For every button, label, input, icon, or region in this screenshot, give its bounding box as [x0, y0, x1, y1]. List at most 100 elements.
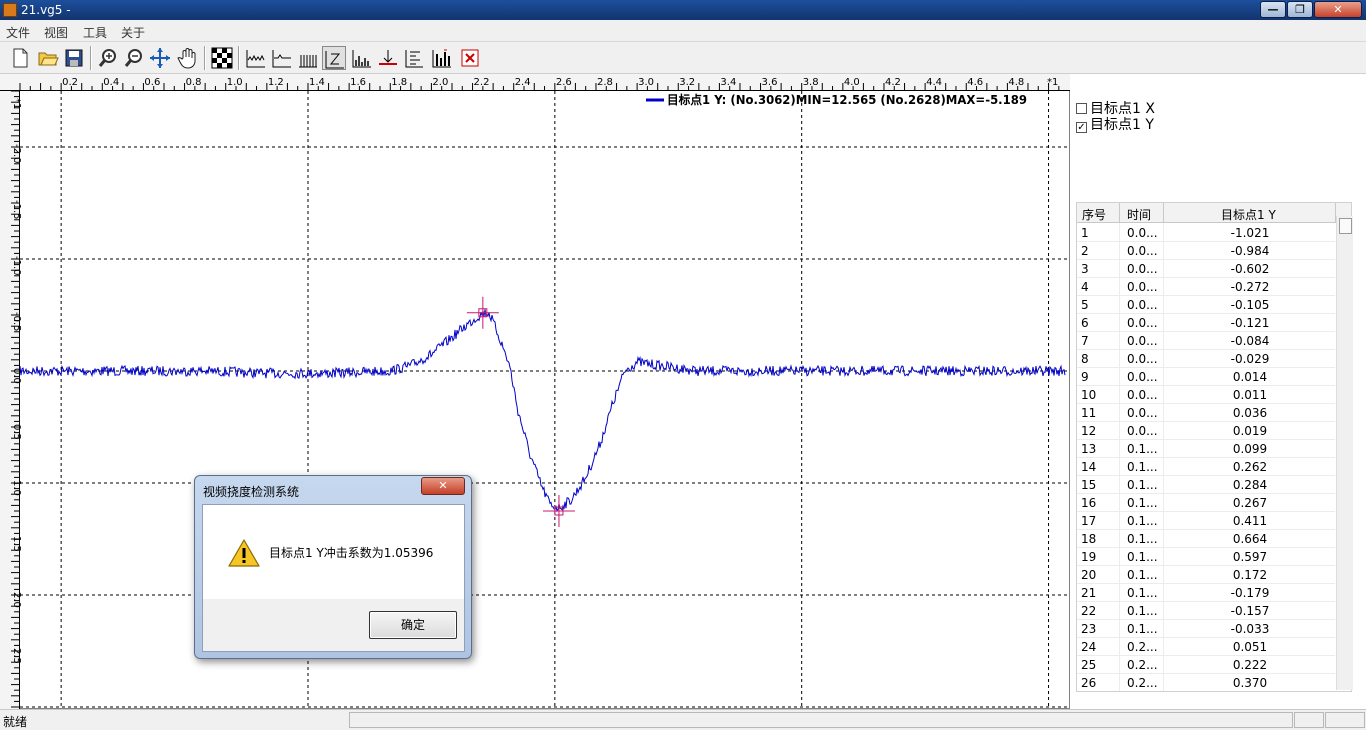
- status-pane: [1325, 712, 1365, 728]
- menu-file[interactable]: 文件: [6, 24, 30, 41]
- table-row[interactable]: 26 0.2... 0.370: [1077, 674, 1335, 691]
- table-row[interactable]: 13 0.1... 0.099: [1077, 440, 1335, 458]
- table-row[interactable]: 16 0.1... 0.267: [1077, 494, 1335, 512]
- row-time: 0.1...: [1127, 478, 1158, 492]
- table-row[interactable]: 6 0.0... -0.121: [1077, 314, 1335, 332]
- fit-view-icon[interactable]: [148, 46, 172, 70]
- toolbar-separator: [90, 46, 92, 70]
- baseline-icon[interactable]: [376, 46, 400, 70]
- line-chart-icon[interactable]: [270, 46, 294, 70]
- pan-hand-icon[interactable]: [176, 46, 200, 70]
- delete-icon[interactable]: [458, 46, 482, 70]
- open-file-icon[interactable]: [36, 46, 60, 70]
- close-button[interactable]: ✕: [1314, 1, 1362, 18]
- checker-icon[interactable]: [210, 46, 234, 70]
- toggle-series-y[interactable]: ✓ 目标点1 Y: [1076, 114, 1154, 134]
- close-icon: ✕: [1333, 3, 1343, 16]
- table-row[interactable]: 12 0.0... 0.019: [1077, 422, 1335, 440]
- table-row[interactable]: 17 0.1... 0.411: [1077, 512, 1335, 530]
- row-time: 0.0...: [1127, 334, 1158, 348]
- checkbox-unchecked[interactable]: [1076, 103, 1087, 114]
- x-ruler: [0, 74, 1070, 91]
- table-row[interactable]: 7 0.0... -0.084: [1077, 332, 1335, 350]
- scrollbar-thumb[interactable]: [1339, 218, 1352, 234]
- menu-tools[interactable]: 工具: [83, 24, 107, 41]
- row-time: 0.1...: [1127, 604, 1158, 618]
- bar-mark-icon[interactable]: [430, 46, 454, 70]
- table-row[interactable]: 3 0.0... -0.602: [1077, 260, 1335, 278]
- x-tick-label: 1.4: [309, 77, 325, 88]
- row-index: 16: [1081, 496, 1097, 510]
- deflection-chart[interactable]: 0.2 0.4 0.6 0.8 1.0 1.2 1.4 1.6 1.8 2.0 2.2 2.4 2.6 2…: [0, 74, 1070, 709]
- table-row[interactable]: 25 0.2... 0.222: [1077, 656, 1335, 674]
- table-row[interactable]: 8 0.0... -0.029: [1077, 350, 1335, 368]
- col-divider[interactable]: [1119, 203, 1120, 223]
- table-row[interactable]: 15 0.1... 0.284: [1077, 476, 1335, 494]
- table-row[interactable]: 4 0.0... -0.272: [1077, 278, 1335, 296]
- row-index: 4: [1081, 280, 1089, 294]
- table-row[interactable]: 5 0.0... -0.105: [1077, 296, 1335, 314]
- row-index: 2: [1081, 244, 1089, 258]
- minimize-button[interactable]: —: [1260, 1, 1286, 18]
- table-row[interactable]: 2 0.0... -0.984: [1077, 242, 1335, 260]
- table-row[interactable]: 9 0.0... 0.014: [1077, 368, 1335, 386]
- table-row[interactable]: 24 0.2... 0.051: [1077, 638, 1335, 656]
- minimize-icon: —: [1267, 3, 1279, 16]
- x-tick-label: 0.6: [144, 77, 160, 88]
- x-tick-label: 2.8: [597, 77, 613, 88]
- table-row[interactable]: 10 0.0... 0.011: [1077, 386, 1335, 404]
- row-time: 0.1...: [1127, 586, 1158, 600]
- row-value: -0.602: [1230, 262, 1270, 276]
- menu-about[interactable]: 关于: [121, 24, 145, 41]
- histogram-icon[interactable]: [350, 46, 374, 70]
- table-row[interactable]: 18 0.1... 0.664: [1077, 530, 1335, 548]
- row-time: 0.1...: [1127, 568, 1158, 582]
- row-time: 0.0...: [1127, 298, 1158, 312]
- x-tick-label: 2.6: [556, 77, 572, 88]
- table-row[interactable]: 22 0.1... -0.157: [1077, 602, 1335, 620]
- zoom-in-icon[interactable]: [96, 46, 120, 70]
- toggle-series-y-label: 目标点1 Y: [1090, 117, 1154, 133]
- col-header-time[interactable]: 时间: [1127, 206, 1151, 223]
- menu-view[interactable]: 视图: [44, 24, 68, 41]
- row-time: 0.2...: [1127, 658, 1158, 672]
- dialog-title: 视频挠度检测系统: [203, 485, 300, 499]
- col-header-value[interactable]: 目标点1 Y: [1221, 206, 1276, 223]
- wave-chart-icon[interactable]: [244, 46, 268, 70]
- table-scrollbar[interactable]: [1336, 216, 1353, 690]
- row-index: 22: [1081, 604, 1097, 618]
- zoom-out-icon[interactable]: [122, 46, 146, 70]
- row-time: 0.1...: [1127, 514, 1158, 528]
- y-tick-label: -0.5: [11, 312, 22, 332]
- x-axis-suffix: *1: [1047, 77, 1058, 88]
- table-row[interactable]: 19 0.1... 0.597: [1077, 548, 1335, 566]
- table-row[interactable]: 20 0.1... 0.172: [1077, 566, 1335, 584]
- table-row[interactable]: 1 0.0... -1.021: [1077, 224, 1335, 242]
- x-tick-label: 0.8: [186, 77, 202, 88]
- table-row[interactable]: 23 0.1... -0.033: [1077, 620, 1335, 638]
- row-time: 0.1...: [1127, 442, 1158, 456]
- row-value: 0.014: [1232, 370, 1268, 384]
- checkbox-checked[interactable]: ✓: [1076, 122, 1087, 133]
- row-time: 0.0...: [1127, 244, 1158, 258]
- row-time: 0.1...: [1127, 622, 1158, 636]
- cursor-mode-icon[interactable]: [322, 46, 346, 70]
- table-row[interactable]: 21 0.1... -0.179: [1077, 584, 1335, 602]
- row-value: 0.262: [1232, 460, 1268, 474]
- col-divider[interactable]: [1163, 203, 1164, 223]
- dialog-close-button[interactable]: ✕: [421, 477, 465, 495]
- bars-chart-icon[interactable]: [296, 46, 320, 70]
- ok-button[interactable]: 确定: [369, 611, 457, 639]
- row-time: 0.0...: [1127, 262, 1158, 276]
- table-row[interactable]: 14 0.1... 0.262: [1077, 458, 1335, 476]
- row-time: 0.1...: [1127, 550, 1158, 564]
- row-value: -0.084: [1230, 334, 1270, 348]
- x-tick-label: 3.8: [803, 77, 819, 88]
- align-icon[interactable]: [402, 46, 426, 70]
- table-row[interactable]: 11 0.0... 0.036: [1077, 404, 1335, 422]
- new-file-icon[interactable]: [8, 46, 32, 70]
- save-icon[interactable]: [62, 46, 86, 70]
- restore-button[interactable]: ❐: [1287, 1, 1313, 18]
- col-header-index[interactable]: 序号: [1082, 206, 1106, 223]
- row-value: 0.222: [1232, 658, 1268, 672]
